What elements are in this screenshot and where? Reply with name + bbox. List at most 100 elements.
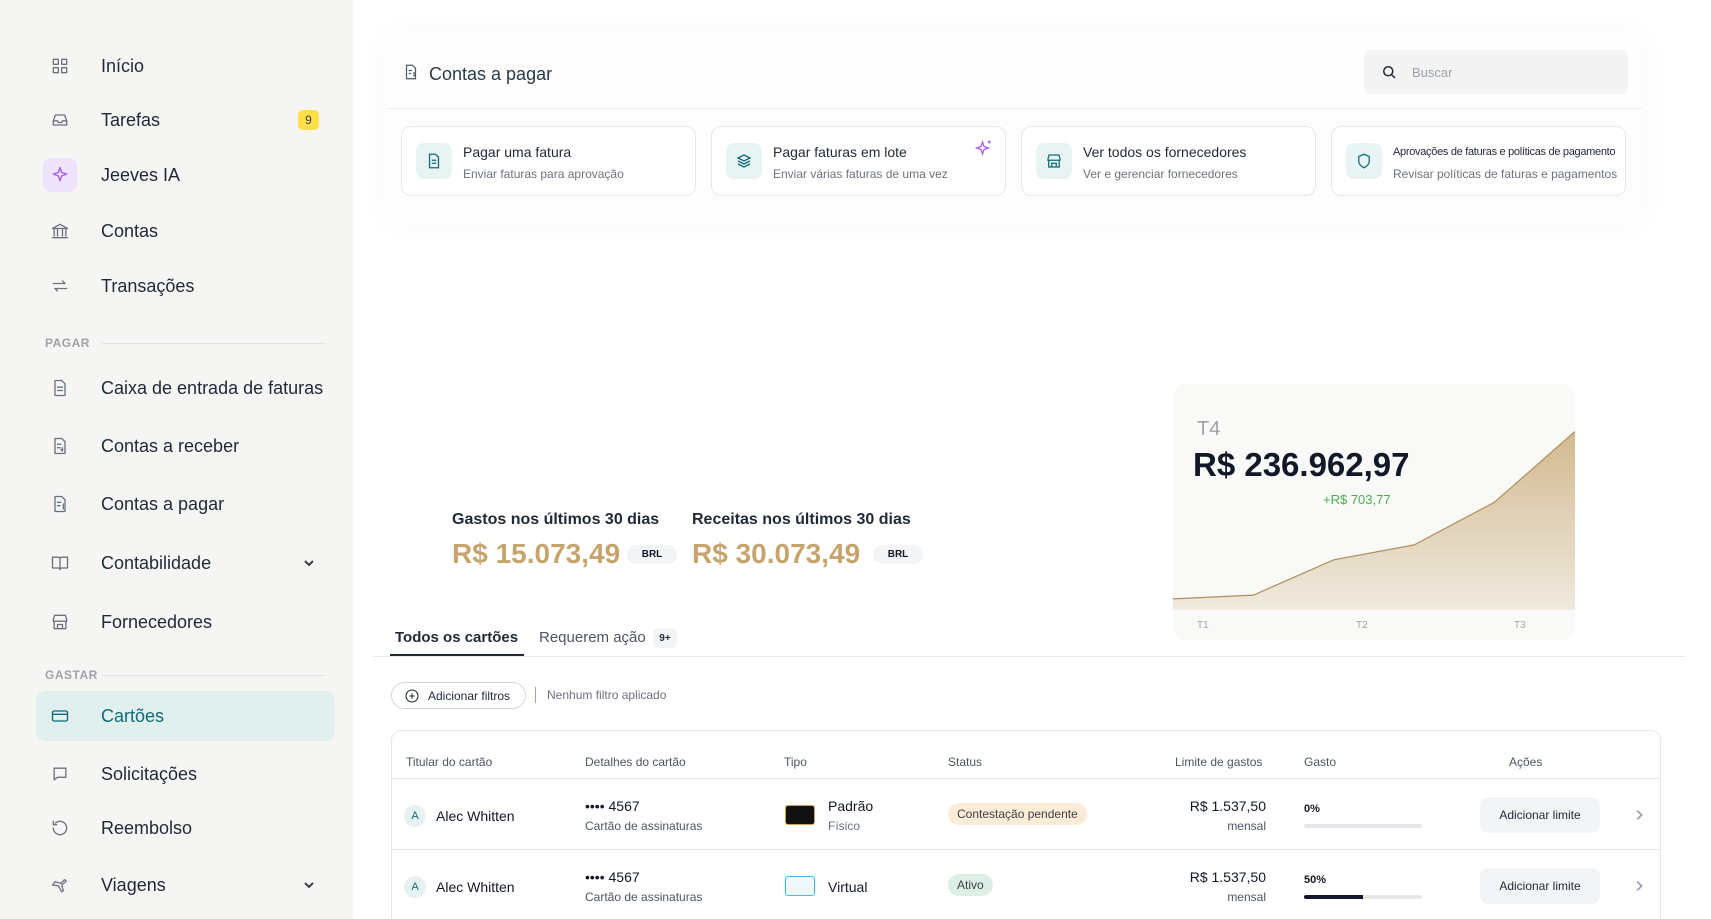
layers-icon bbox=[726, 143, 762, 179]
add-limit-button[interactable]: Adicionar limite bbox=[1480, 868, 1600, 904]
income-30d-value: R$ 30.073,49 bbox=[692, 538, 861, 569]
card-number: •••• 4567 bbox=[585, 798, 640, 814]
sidebar-item-reembolso[interactable]: Reembolso bbox=[36, 803, 335, 853]
x-tick-label: T2 bbox=[1356, 620, 1368, 631]
cards-table: Titular do cartão Detalhes do cartão Tip… bbox=[391, 730, 1661, 919]
sidebar-item-fornecedores[interactable]: Fornecedores bbox=[36, 597, 335, 647]
search-icon bbox=[1380, 63, 1398, 81]
spend-30d-label: Gastos nos últimos 30 dias bbox=[452, 511, 660, 528]
sidebar-item-label: Jeeves IA bbox=[101, 164, 181, 185]
transfer-icon bbox=[48, 274, 72, 298]
column-header[interactable]: Titular do cartão bbox=[406, 755, 492, 769]
spent-progress-bar bbox=[1304, 824, 1422, 828]
tab-count-badge: 9+ bbox=[653, 628, 677, 648]
sidebar-item-tarefas[interactable]: Tarefas 9 bbox=[36, 95, 335, 145]
task-count-badge: 9 bbox=[298, 110, 319, 130]
sidebar-item-label: Cartões bbox=[101, 705, 165, 726]
page-title: Contas a pagar bbox=[429, 64, 553, 84]
quarter-chart-card: T4 R$ 236.962,97 +R$ 703,77 T1 T2 T3 bbox=[1173, 384, 1575, 640]
table-row[interactable]: A Alec Whitten •••• 4567 Cartão de assin… bbox=[392, 849, 1660, 919]
income-30d-label: Receitas nos últimos 30 dias bbox=[692, 511, 911, 528]
table-row[interactable]: A Alec Whitten •••• 4567 Cartão de assin… bbox=[392, 778, 1660, 849]
quick-action-title: Ver todos os fornecedores bbox=[1083, 144, 1247, 160]
column-header[interactable]: Gasto bbox=[1304, 755, 1336, 769]
sidebar-item-caixa-faturas[interactable]: Caixa de entrada de faturas bbox=[36, 363, 335, 413]
invoice-icon bbox=[416, 143, 452, 179]
receivable-icon bbox=[48, 434, 72, 458]
quick-action-subtitle: Enviar várias faturas de uma vez bbox=[773, 167, 948, 181]
card-holder-name: Alec Whitten bbox=[436, 879, 515, 895]
quarter-label: T4 bbox=[1197, 418, 1221, 440]
sidebar-item-solicitacoes[interactable]: Solicitações bbox=[36, 749, 335, 799]
document-icon bbox=[48, 376, 72, 400]
sidebar-item-cartoes[interactable]: Cartões bbox=[36, 691, 335, 741]
search-input[interactable] bbox=[1412, 64, 1612, 80]
card-number: •••• 4567 bbox=[585, 869, 640, 885]
sidebar-item-contas[interactable]: Contas bbox=[36, 206, 335, 256]
currency-badge: BRL bbox=[873, 545, 923, 564]
sidebar-item-inicio[interactable]: Início bbox=[36, 41, 335, 91]
tab-all-cards[interactable]: Todos os cartões bbox=[395, 629, 518, 646]
book-icon bbox=[48, 551, 72, 575]
tabs-divider bbox=[373, 656, 1685, 657]
sidebar-item-label: Solicitações bbox=[101, 763, 198, 784]
sidebar-item-label: Contas a receber bbox=[101, 435, 240, 456]
grid-icon bbox=[48, 54, 72, 78]
quarter-delta: +R$ 703,77 bbox=[1323, 492, 1391, 507]
chevron-down-icon[interactable] bbox=[301, 555, 317, 571]
quick-action-pay-invoice[interactable]: Pagar uma fatura Enviar faturas para apr… bbox=[401, 126, 696, 196]
store-icon bbox=[1036, 143, 1072, 179]
add-filters-label: Adicionar filtros bbox=[428, 688, 511, 703]
refund-icon bbox=[48, 816, 72, 840]
title-row: Contas a pagar bbox=[386, 33, 1642, 109]
status-badge: Ativo bbox=[948, 874, 993, 896]
spent-percent: 0% bbox=[1304, 803, 1320, 815]
sidebar-item-label: Transações bbox=[101, 275, 195, 296]
sidebar-item-label: Início bbox=[101, 55, 145, 76]
column-header[interactable]: Tipo bbox=[784, 755, 807, 769]
quarter-value: R$ 236.962,97 bbox=[1193, 446, 1410, 483]
physical-card-icon bbox=[785, 805, 815, 825]
chevron-down-icon[interactable] bbox=[301, 877, 317, 893]
sidebar-item-label: Caixa de entrada de faturas bbox=[101, 377, 324, 398]
sparkle-icon bbox=[43, 158, 77, 192]
search-box[interactable] bbox=[1364, 50, 1628, 94]
section-label-gastar: GASTAR bbox=[45, 668, 98, 682]
x-tick-label: T3 bbox=[1514, 620, 1526, 631]
plus-circle-icon bbox=[404, 688, 420, 704]
quick-action-batch-pay[interactable]: Pagar faturas em lote Enviar várias fatu… bbox=[711, 126, 1006, 196]
quick-action-approval-policies[interactable]: Aprovações de faturas e políticas de pag… bbox=[1331, 126, 1626, 196]
avatar: A bbox=[404, 876, 426, 898]
x-tick-label: T1 bbox=[1197, 620, 1209, 631]
shield-icon bbox=[1346, 143, 1382, 179]
card-description: Cartão de assinaturas bbox=[585, 890, 703, 904]
spend-limit: R$ 1.537,50 bbox=[1189, 798, 1266, 814]
sidebar-item-jeeves-ia[interactable]: Jeeves IA bbox=[36, 150, 335, 200]
limit-period: mensal bbox=[1227, 819, 1266, 833]
virtual-card-icon bbox=[785, 876, 815, 896]
quick-action-subtitle: Revisar políticas de faturas e pagamento… bbox=[1393, 167, 1618, 181]
sidebar-item-viagens[interactable]: Viagens bbox=[36, 860, 335, 910]
quick-action-view-suppliers[interactable]: Ver todos os fornecedores Ver e gerencia… bbox=[1021, 126, 1316, 196]
chevron-right-icon[interactable] bbox=[1632, 879, 1646, 893]
sidebar-item-label: Fornecedores bbox=[101, 611, 213, 632]
status-badge: Contestação pendente bbox=[948, 803, 1087, 825]
card-holder-name: Alec Whitten bbox=[436, 808, 515, 824]
add-filters-button[interactable]: Adicionar filtros bbox=[391, 682, 526, 709]
column-header[interactable]: Limite de gastos bbox=[1175, 755, 1262, 769]
chevron-right-icon[interactable] bbox=[1632, 808, 1646, 822]
card-description: Cartão de assinaturas bbox=[585, 819, 703, 833]
sidebar-item-label: Tarefas bbox=[101, 109, 161, 130]
quick-action-title: Aprovações de faturas e políticas de pag… bbox=[1393, 146, 1616, 158]
column-header[interactable]: Detalhes do cartão bbox=[585, 755, 686, 769]
card-type: Padrão bbox=[828, 798, 874, 814]
column-header[interactable]: Status bbox=[948, 755, 982, 769]
sidebar-item-contas-receber[interactable]: Contas a receber bbox=[36, 421, 335, 471]
sidebar-item-contas-pagar[interactable]: Contas a pagar bbox=[36, 479, 335, 529]
tab-requires-action[interactable]: Requerem ação bbox=[539, 629, 646, 646]
inbox-icon bbox=[48, 108, 72, 132]
add-limit-button[interactable]: Adicionar limite bbox=[1480, 797, 1600, 833]
sidebar-item-contabilidade[interactable]: Contabilidade bbox=[36, 538, 335, 588]
sidebar-item-transacoes[interactable]: Transações bbox=[36, 261, 335, 311]
sidebar-item-label: Contas a pagar bbox=[101, 493, 225, 514]
